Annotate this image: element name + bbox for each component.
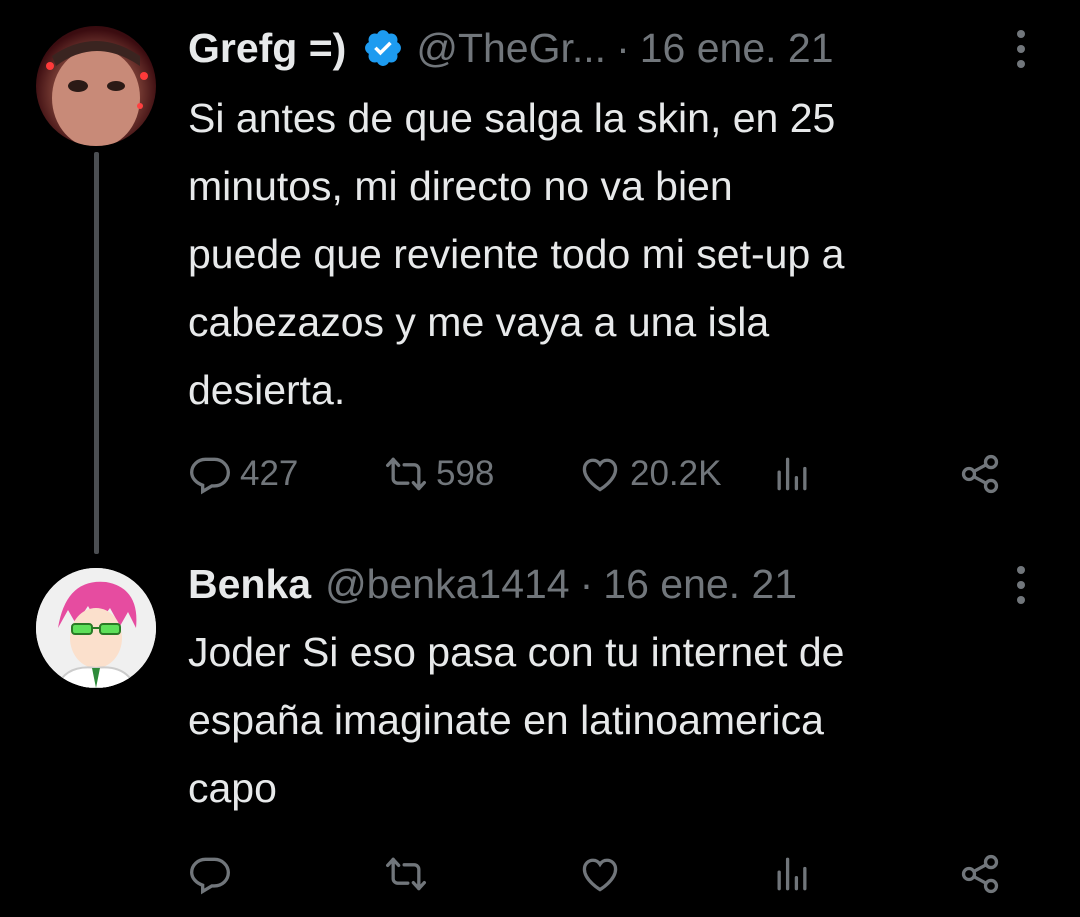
heart-icon	[582, 458, 618, 492]
author-handle[interactable]: @TheGr...	[416, 25, 606, 72]
tweet-text: Si antes de que salga la skin, en 25 min…	[188, 95, 845, 413]
share-button[interactable]	[958, 446, 1002, 502]
reply-icon	[190, 857, 230, 895]
reply-icon	[190, 457, 230, 495]
views-chart-icon	[777, 457, 807, 491]
share-icon	[961, 454, 999, 494]
tweet-actions: 427 598 20.2K	[188, 446, 1028, 502]
author-handle[interactable]: @benka1414	[325, 561, 570, 608]
user-avatar[interactable]	[36, 568, 156, 688]
like-button[interactable]: 20.2K	[578, 446, 721, 502]
thread-line	[94, 152, 99, 554]
tweet-date[interactable]: 16 ene. 21	[640, 25, 834, 72]
retweet-button[interactable]: 598	[384, 446, 494, 502]
retweet-button[interactable]	[384, 846, 436, 902]
views-chart-icon	[777, 857, 807, 891]
avatar-anime-icon	[36, 568, 156, 688]
retweet-icon	[386, 857, 426, 891]
user-avatar[interactable]	[36, 26, 156, 146]
author-name[interactable]: Benka	[188, 561, 311, 608]
tweet-text: Joder Si eso pasa con tu internet de esp…	[188, 629, 845, 811]
retweet-count: 598	[436, 454, 495, 493]
separator-dot: ·	[579, 560, 594, 607]
reply-button[interactable]	[188, 846, 240, 902]
share-icon	[961, 854, 999, 894]
more-options-icon[interactable]	[1008, 26, 1034, 72]
tweet-actions	[188, 846, 1028, 902]
like-count: 20.2K	[630, 454, 722, 493]
verified-badge-icon	[365, 30, 402, 66]
share-button[interactable]	[958, 846, 1002, 902]
views-button[interactable]	[770, 446, 814, 502]
avatar-face-icon	[46, 41, 148, 146]
reply-count: 427	[240, 454, 299, 493]
separator-dot: ·	[616, 24, 630, 71]
retweet-icon	[386, 457, 426, 491]
tweet-date[interactable]: 16 ene. 21	[603, 561, 797, 608]
like-button[interactable]	[578, 846, 630, 902]
more-options-icon[interactable]	[1008, 562, 1034, 608]
heart-icon	[582, 858, 618, 892]
reply-button[interactable]: 427	[188, 446, 298, 502]
tweet-grefg[interactable]: Grefg =) @TheGr... · 16 ene. 21 Si antes…	[0, 0, 1080, 554]
views-button[interactable]	[770, 846, 814, 902]
tweet-header: Grefg =) @TheGr... · 16 ene. 21	[188, 18, 834, 78]
tweet-header: Benka @benka1414 · 16 ene. 21	[188, 554, 797, 614]
author-name[interactable]: Grefg =)	[188, 25, 346, 72]
